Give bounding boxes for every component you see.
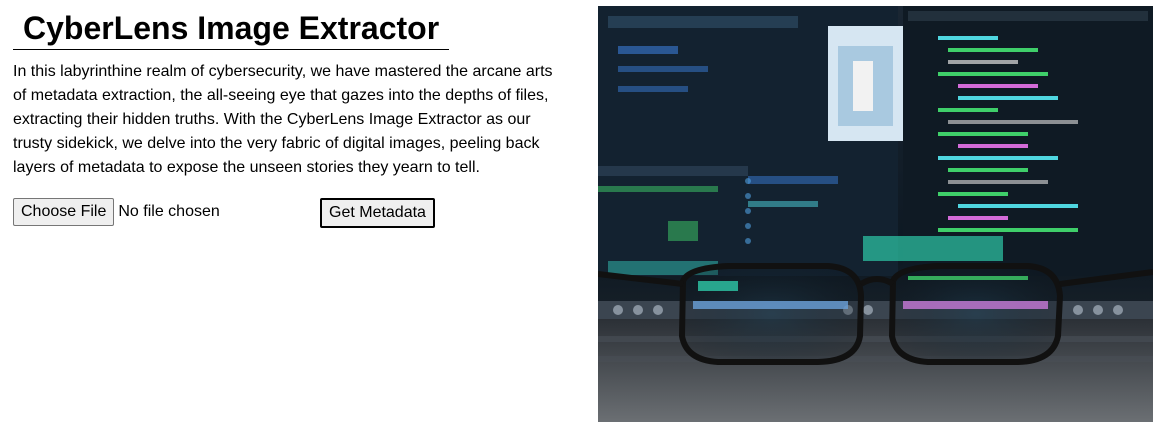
page-description: In this labyrinthine realm of cybersecur… — [13, 63, 553, 176]
monitor-code-glasses-photo — [598, 6, 1153, 422]
file-status-text: No file chosen — [118, 203, 220, 220]
page: CyberLens Image Extractor In this labyri… — [0, 0, 1171, 430]
content-column: CyberLens Image Extractor In this labyri… — [13, 0, 558, 228]
file-input[interactable]: Choose File No file chosen — [13, 198, 220, 226]
upload-form: Choose File No file chosen Get Metadata — [13, 198, 558, 228]
get-metadata-button[interactable]: Get Metadata — [320, 198, 435, 228]
choose-file-button[interactable]: Choose File — [13, 198, 115, 226]
hero-image — [598, 6, 1153, 422]
page-title: CyberLens Image Extractor — [13, 0, 449, 50]
